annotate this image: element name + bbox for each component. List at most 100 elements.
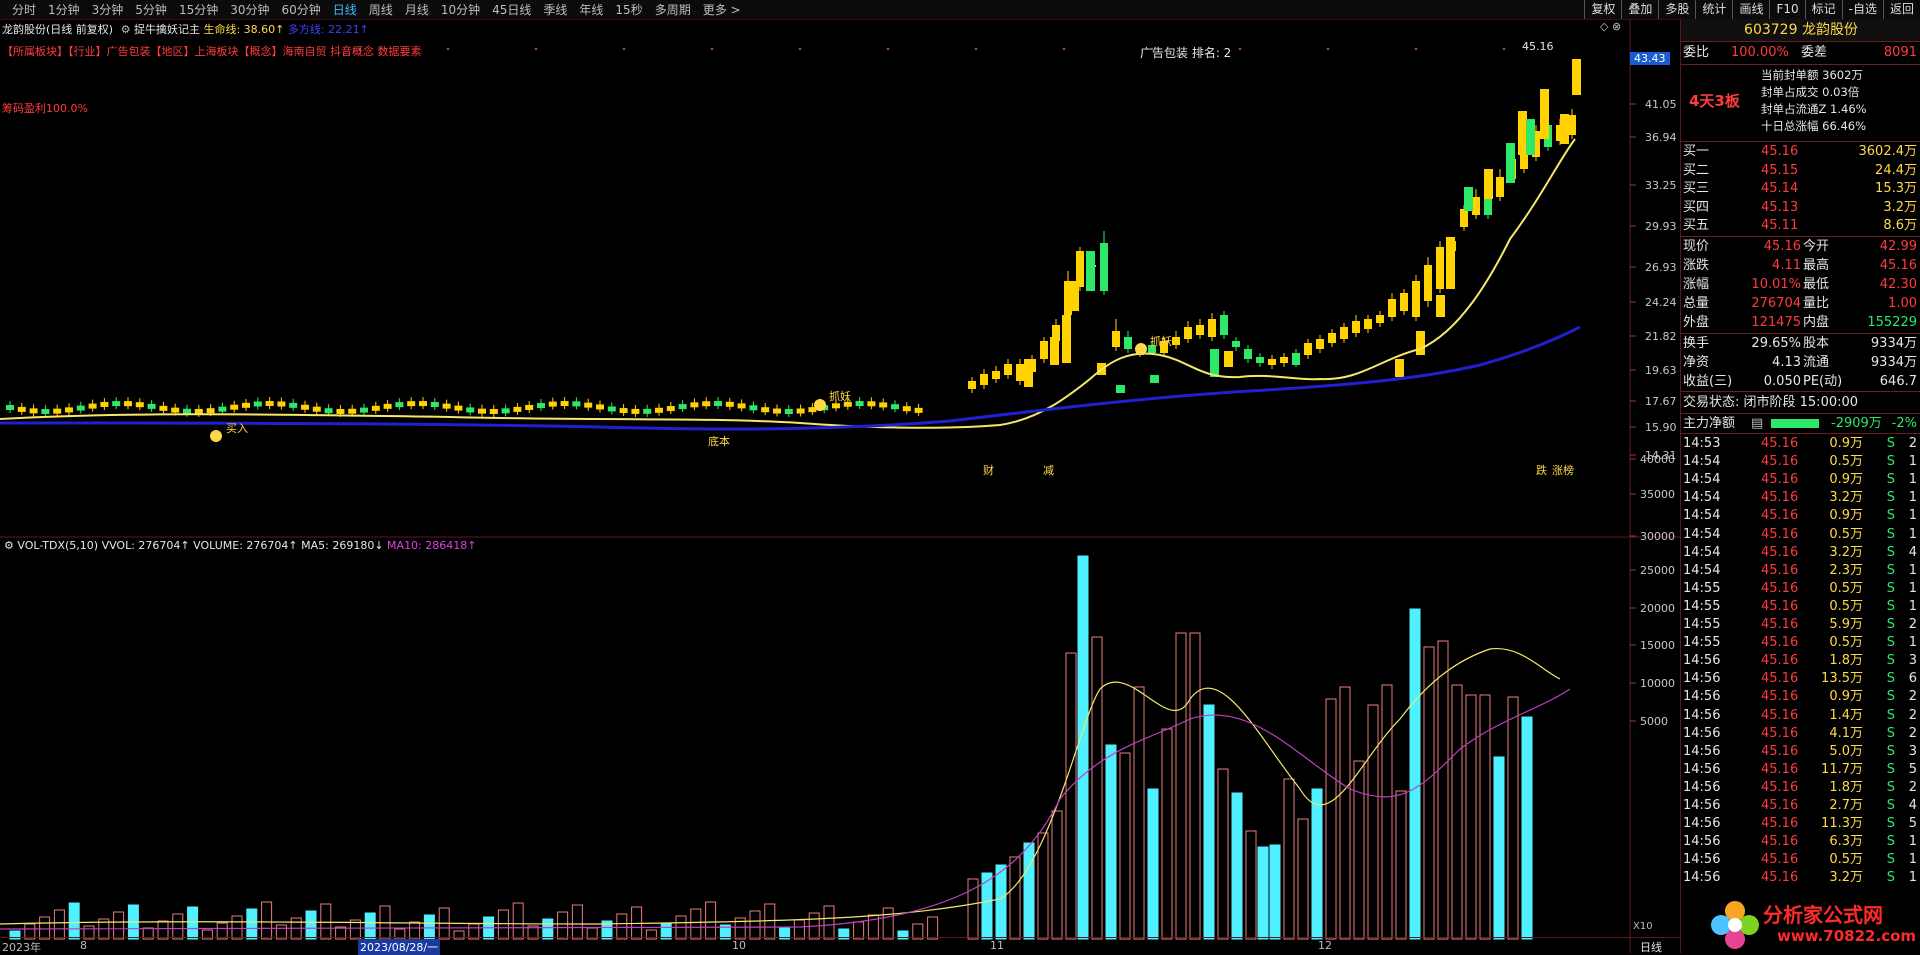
volume-bar <box>571 904 583 940</box>
tab-period[interactable]: 30分钟 <box>224 2 275 18</box>
tick-row[interactable]: 14:56 45.16 6.3万 S 1 <box>1681 833 1920 851</box>
tick-row[interactable]: 14:54 45.16 3.2万 S 4 <box>1681 544 1920 562</box>
tick-row[interactable]: 14:53 45.16 0.9万 S 2 <box>1681 435 1920 453</box>
quote-panel: 603729 龙韵股份 委比 100.00% 委差 8091 4天3板 当前封单… <box>1680 19 1920 953</box>
tab-period[interactable]: 多周期 <box>649 2 697 18</box>
tick-row[interactable]: 14:55 45.16 0.5万 S 1 <box>1681 634 1920 652</box>
tick-price: 45.16 <box>1761 490 1799 506</box>
tab-period[interactable]: 更多 > <box>697 2 747 18</box>
vvol-value: VVOL: 276704↑ <box>101 539 190 552</box>
tab-period[interactable]: 日线 <box>327 2 363 18</box>
volume-bar <box>1409 608 1421 940</box>
volume-bar <box>1077 555 1089 940</box>
tick-row[interactable]: 14:56 45.16 5.0万 S 3 <box>1681 743 1920 761</box>
kline-chart[interactable]: 41.05 36.94 33.25 29.93 26.93 24.24 21.82 19.63… <box>0 19 1680 953</box>
candle-body <box>537 403 545 409</box>
tick-row[interactable]: 14:55 45.16 0.5万 S 1 <box>1681 598 1920 616</box>
tab-period[interactable]: 1分钟 <box>42 2 86 18</box>
menu-icon[interactable]: ▤ <box>1751 415 1763 433</box>
tick-row[interactable]: 14:56 45.16 2.7万 S 4 <box>1681 797 1920 815</box>
stat-value: 646.7 <box>1879 374 1917 389</box>
tick-row[interactable]: 14:56 45.16 4.1万 S 2 <box>1681 725 1920 743</box>
candle-body <box>17 406 26 412</box>
tick-row[interactable]: 14:56 45.16 1.4万 S 2 <box>1681 707 1920 725</box>
bid-row[interactable]: 买一 45.16 3602.4万 <box>1681 143 1920 161</box>
candle-body <box>690 402 699 408</box>
price-tick-label: 17.67 <box>1645 395 1677 408</box>
volume-bar <box>1217 768 1229 940</box>
tab-period[interactable]: 60分钟 <box>276 2 327 18</box>
candle-body <box>194 408 203 414</box>
bid-row[interactable]: 买五 45.11 8.6万 <box>1681 217 1920 235</box>
volume-bar <box>764 903 776 940</box>
tick-price: 45.16 <box>1761 725 1799 741</box>
tab-period[interactable]: 45日线 <box>486 2 537 18</box>
tab-period[interactable]: 10分钟 <box>435 2 486 18</box>
toolbar-button[interactable]: F10 <box>1769 0 1804 19</box>
tick-volume: 0.5万 <box>1829 635 1863 651</box>
tab-period[interactable]: 周线 <box>363 2 399 18</box>
tab-period[interactable]: 15秒 <box>609 2 648 18</box>
tick-row[interactable]: 14:56 45.16 1.8万 S 3 <box>1681 652 1920 670</box>
tick-row[interactable]: 14:56 45.16 0.9万 S 2 <box>1681 688 1920 706</box>
bid-row[interactable]: 买三 45.14 15.3万 <box>1681 180 1920 198</box>
tab-period[interactable]: 月线 <box>399 2 435 18</box>
toolbar-button[interactable]: 复权 <box>1584 0 1621 19</box>
candle-body <box>1328 333 1336 343</box>
tab-period[interactable]: 5分钟 <box>129 2 173 18</box>
tab-period[interactable]: 3分钟 <box>86 2 130 18</box>
tick-row[interactable]: 14:54 45.16 0.5万 S 1 <box>1681 453 1920 471</box>
tick-row[interactable]: 14:54 45.16 2.3万 S 1 <box>1681 562 1920 580</box>
tick-row[interactable]: 14:56 45.16 1.8万 S 2 <box>1681 779 1920 797</box>
volume-bar <box>927 916 939 940</box>
tick-count: 2 <box>1908 779 1917 795</box>
tab-period[interactable]: 15分钟 <box>173 2 224 18</box>
candle-body <box>1540 89 1549 139</box>
toolbar-button[interactable]: 返回 <box>1882 0 1920 19</box>
annotation-grab1: 抓妖 <box>829 389 851 403</box>
toolbar-button[interactable]: 画线 <box>1732 0 1769 19</box>
tick-price: 45.16 <box>1761 816 1799 832</box>
tick-row[interactable]: 14:54 45.16 3.2万 S 1 <box>1681 489 1920 507</box>
tick-row[interactable]: 14:55 45.16 0.5万 S 1 <box>1681 580 1920 598</box>
toolbar-button[interactable]: 多股 <box>1658 0 1695 19</box>
tick-row[interactable]: 14:54 45.16 0.9万 S 1 <box>1681 507 1920 525</box>
tick-side: S <box>1886 508 1895 524</box>
bid-row[interactable]: 买四 45.13 3.2万 <box>1681 199 1920 217</box>
stat-value: 121475 <box>1751 315 1801 330</box>
bid-volume: 15.3万 <box>1875 181 1917 196</box>
tick-row[interactable]: 14:55 45.16 5.9万 S 2 <box>1681 616 1920 634</box>
gear-icon[interactable]: ⚙ <box>4 539 14 552</box>
tick-side: S <box>1886 852 1895 868</box>
tick-row[interactable]: 14:56 45.16 13.5万 S 6 <box>1681 670 1920 688</box>
tick-row[interactable]: 14:56 45.16 0.5万 S 1 <box>1681 851 1920 869</box>
trade-status: 交易状态: 闭市阶段 15:00:00 <box>1683 395 1859 410</box>
candle-body <box>607 406 616 412</box>
high-price-label: 45.16 <box>1522 40 1554 53</box>
candle-body <box>29 408 38 414</box>
toolbar-button[interactable]: -自选 <box>1841 0 1883 19</box>
toolbar-button[interactable]: 叠加 <box>1621 0 1658 19</box>
tick-row[interactable]: 14:56 45.16 3.2万 S 1 <box>1681 869 1920 887</box>
tick-row[interactable]: 14:56 45.16 11.7万 S 5 <box>1681 761 1920 779</box>
tab-period[interactable]: 季线 <box>537 2 573 18</box>
tab-period[interactable]: 年线 <box>573 2 609 18</box>
tick-row[interactable]: 14:54 45.16 0.5万 S 1 <box>1681 526 1920 544</box>
candle-body <box>1184 327 1192 339</box>
volume-bar <box>305 910 317 940</box>
toolbar-button[interactable]: 统计 <box>1695 0 1732 19</box>
marker-dot <box>1502 47 1506 51</box>
bid-row[interactable]: 买二 45.15 24.4万 <box>1681 162 1920 180</box>
diamond-icon[interactable]: ◇ ⊗ <box>1600 20 1621 33</box>
gear-icon[interactable]: ⚙ <box>121 23 131 36</box>
tab-period[interactable]: 分时 <box>6 2 42 18</box>
tick-row[interactable]: 14:54 45.16 0.9万 S 1 <box>1681 471 1920 489</box>
vol-tick-label: 25000 <box>1640 564 1675 577</box>
bid-price: 45.14 <box>1761 181 1799 196</box>
tick-volume: 5.0万 <box>1829 743 1863 759</box>
toolbar-button[interactable]: 标记 <box>1804 0 1842 19</box>
candle-body <box>1416 331 1425 355</box>
stat-label: 量比 <box>1803 296 1830 311</box>
volume-bar <box>705 901 717 940</box>
tick-row[interactable]: 14:56 45.16 11.3万 S 5 <box>1681 815 1920 833</box>
